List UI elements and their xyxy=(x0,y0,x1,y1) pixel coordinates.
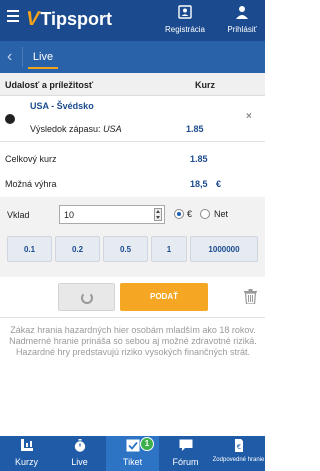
total-odds-label: Celkový kurz xyxy=(5,154,57,164)
svg-text:€: € xyxy=(236,443,240,451)
possible-win-value: 18,5 € xyxy=(190,179,222,189)
quick-stake-button[interactable]: 0.5 xyxy=(103,236,148,262)
match-name[interactable]: USA - Švédsko xyxy=(30,101,94,111)
stake-value: 10 xyxy=(64,210,75,220)
stake-stepper[interactable] xyxy=(154,208,162,221)
nav-label: Fórum xyxy=(172,457,199,467)
ticket-check-icon xyxy=(126,439,139,452)
stake-panel: Vklad 10 € Net 0.1 0.2 0.5 1 1000000 xyxy=(0,197,265,277)
back-arrow-icon[interactable]: ‹ xyxy=(7,49,12,65)
bet-market: Výsledok zápasu: USA xyxy=(30,124,122,134)
sub-navigation: ‹ Live xyxy=(0,41,265,73)
divider xyxy=(22,47,23,67)
nav-label: Kurzy xyxy=(14,457,38,467)
quick-stake-button[interactable]: 0.2 xyxy=(55,236,100,262)
nav-item-kurzy[interactable]: Kurzy xyxy=(0,436,53,471)
disclaimer-line: Nadmerné hranie prináša so sebou aj možn… xyxy=(9,336,257,346)
ticket-count-badge: 1 xyxy=(140,437,154,451)
total-odds-value: 1.85 xyxy=(190,154,208,164)
remove-bet-icon[interactable]: × xyxy=(246,111,252,122)
possible-win-label: Možná výhra xyxy=(5,179,57,189)
currency-radio-label: € xyxy=(187,209,193,219)
refresh-button[interactable] xyxy=(58,283,115,311)
top-bar: V Tipsport Registrácia Prihlásiť xyxy=(0,0,265,41)
refresh-icon xyxy=(81,292,93,304)
odds-column-header: Kurz xyxy=(195,80,215,90)
submit-button[interactable]: PODAŤ xyxy=(120,283,208,311)
trash-icon[interactable] xyxy=(244,289,257,304)
net-radio-label: Net xyxy=(214,209,229,219)
nav-label: Live xyxy=(71,457,88,467)
registration-button[interactable]: Registrácia xyxy=(164,5,206,34)
divider xyxy=(0,317,265,318)
bet-row: USA - Švédsko Výsledok zápasu: USA 1.85 … xyxy=(0,96,265,141)
document-euro-icon: € xyxy=(234,439,243,452)
odds-icon xyxy=(20,439,33,451)
quick-stake-button[interactable]: 0.1 xyxy=(7,236,52,262)
quick-stake-row: 0.1 0.2 0.5 1 1000000 xyxy=(7,236,258,262)
tab-live[interactable]: Live xyxy=(28,41,58,73)
nav-label: Zodpovedné hranie xyxy=(212,457,265,463)
login-label: Prihlásiť xyxy=(227,25,257,34)
id-card-icon xyxy=(178,5,192,19)
bet-selection: USA xyxy=(103,124,122,134)
menu-icon[interactable] xyxy=(7,10,19,22)
stopwatch-icon xyxy=(74,439,85,452)
nav-item-live[interactable]: Live xyxy=(53,436,106,471)
registration-label: Registrácia xyxy=(164,25,205,34)
chat-bubble-icon xyxy=(179,439,192,451)
tipsport-logo[interactable]: V Tipsport xyxy=(24,8,112,30)
quick-stake-button[interactable]: 1 xyxy=(151,236,187,262)
live-status-dot xyxy=(5,114,15,124)
gambling-disclaimer: Zákaz hrania hazardných hier osobám mlad… xyxy=(8,325,258,358)
nav-item-forum[interactable]: Fórum xyxy=(159,436,212,471)
market-label: Výsledok zápasu: xyxy=(30,124,101,134)
user-icon xyxy=(236,6,248,19)
nav-label: Tiket xyxy=(122,457,143,467)
currency-radio[interactable] xyxy=(174,209,184,219)
divider xyxy=(0,141,265,142)
login-button[interactable]: Prihlásiť xyxy=(222,5,262,34)
disclaimer-line: Zákaz hrania hazardných hier osobám mlad… xyxy=(10,325,256,335)
bottom-navigation: Kurzy Live 1 Tiket Fórum € Zodpovedné hr… xyxy=(0,436,265,471)
stake-label: Vklad xyxy=(7,210,30,220)
nav-item-tiket[interactable]: 1 Tiket xyxy=(106,436,159,471)
ticket-table-header: Udalosť a príležitosť Kurz xyxy=(0,73,265,96)
ticket-actions: PODAŤ xyxy=(0,277,265,317)
disclaimer-line: Hazardné hry predstavujú riziko vysokých… xyxy=(15,347,251,357)
nav-item-responsible-gaming[interactable]: € Zodpovedné hranie xyxy=(212,436,265,471)
net-radio[interactable] xyxy=(200,209,210,219)
bet-odd: 1.85 xyxy=(186,124,204,134)
quick-stake-button[interactable]: 1000000 xyxy=(190,236,258,262)
event-column-header: Udalosť a príležitosť xyxy=(5,80,94,90)
stake-input[interactable]: 10 xyxy=(59,205,165,224)
